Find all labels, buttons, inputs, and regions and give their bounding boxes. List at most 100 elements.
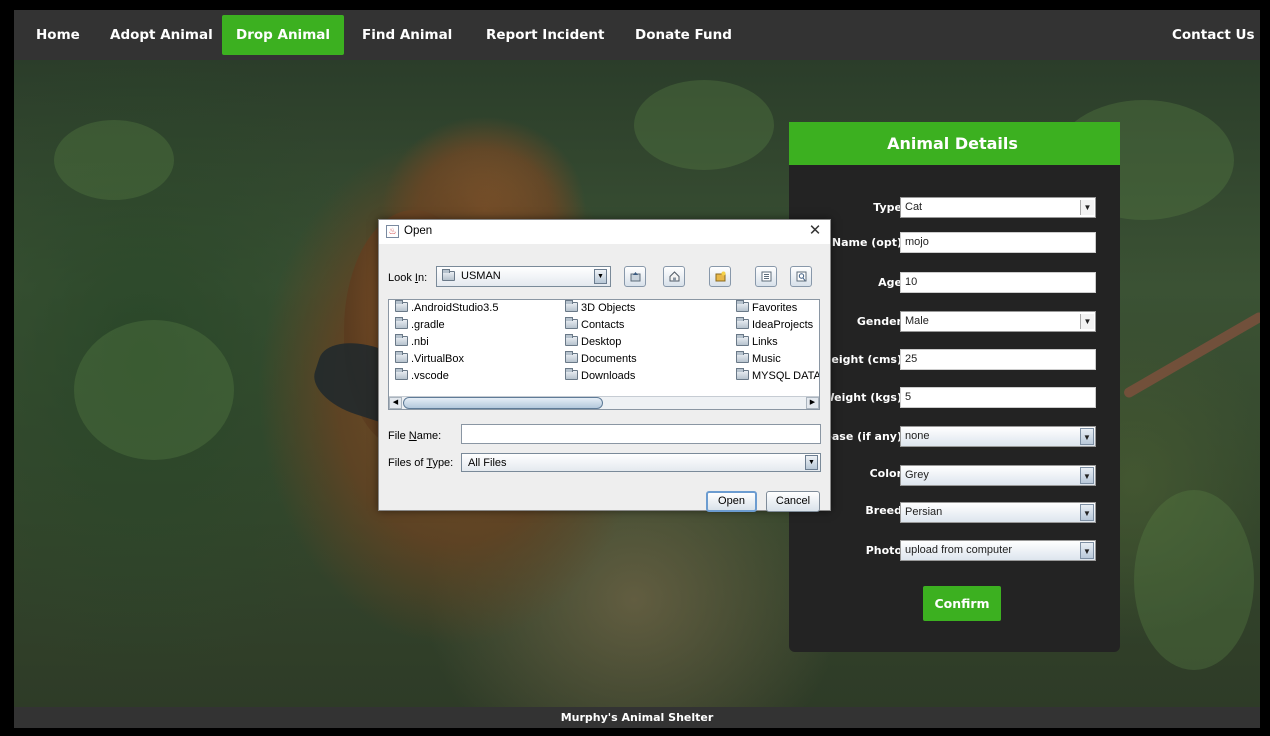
confirm-button[interactable]: Confirm <box>923 586 1001 621</box>
list-item[interactable]: Downloads <box>565 368 635 385</box>
list-item[interactable]: 3D Objects <box>565 300 635 317</box>
weight-input[interactable]: 5 <box>900 387 1096 408</box>
list-item[interactable]: .vscode <box>395 368 449 385</box>
chevron-down-icon: ▼ <box>1080 428 1094 445</box>
horizontal-scrollbar[interactable]: ◀ ▶ <box>389 396 819 409</box>
height-row: Height (cms) 25 <box>789 349 1120 371</box>
dialog-titlebar[interactable]: ♨ Open ✕ <box>379 220 830 244</box>
height-input[interactable]: 25 <box>900 349 1096 370</box>
name-input[interactable]: mojo <box>900 232 1096 253</box>
open-button[interactable]: Open <box>706 491 757 512</box>
list-item[interactable]: MYSQL DATA <box>736 368 819 385</box>
new-folder-button[interactable] <box>709 266 731 287</box>
screen-frame: Home Adopt Animal Drop Animal Find Anima… <box>0 0 1270 736</box>
list-item[interactable]: .nbi <box>395 334 429 351</box>
nav-home[interactable]: Home <box>22 15 94 55</box>
nav-report-incident[interactable]: Report Incident <box>472 15 618 55</box>
chevron-down-icon: ▼ <box>1080 200 1094 215</box>
type-select[interactable]: Cat ▼ <box>900 197 1096 218</box>
files-of-type-select[interactable]: All Files ▼ <box>461 453 821 472</box>
chevron-down-icon: ▼ <box>1080 542 1094 559</box>
folder-icon <box>395 368 408 380</box>
gender-select[interactable]: Male ▼ <box>900 311 1096 332</box>
tree-branch <box>1122 310 1260 400</box>
folder-icon <box>565 317 578 329</box>
folder-icon <box>565 351 578 363</box>
nav-drop-animal[interactable]: Drop Animal <box>222 15 344 55</box>
weight-row: Weight (kgs) 5 <box>789 387 1120 409</box>
list-item[interactable]: Music <box>736 351 781 368</box>
folder-icon <box>395 351 408 363</box>
disease-select[interactable]: none ▼ <box>900 426 1096 447</box>
footer: Murphy's Animal Shelter <box>14 707 1260 728</box>
list-item[interactable]: Desktop <box>565 334 621 351</box>
folder-icon <box>565 300 578 312</box>
folder-icon <box>736 351 749 363</box>
list-item[interactable]: Links <box>736 334 778 351</box>
folder-icon <box>736 368 749 380</box>
nav-find-animal[interactable]: Find Animal <box>348 15 466 55</box>
disease-value: none <box>905 430 930 442</box>
breed-row: Breed Persian ▼ <box>789 500 1120 523</box>
panel-title: Animal Details <box>789 122 1120 165</box>
foliage <box>74 320 234 460</box>
photo-select[interactable]: upload from computer ▼ <box>900 540 1096 561</box>
file-name-input[interactable] <box>461 424 821 444</box>
foliage <box>54 120 174 200</box>
list-item[interactable]: Favorites <box>736 300 797 317</box>
age-label: Age <box>878 276 902 289</box>
files-of-type-value: All Files <box>468 457 507 469</box>
list-item[interactable]: .AndroidStudio3.5 <box>395 300 498 317</box>
photo-row: Photo upload from computer ▼ <box>789 540 1120 562</box>
scroll-right-icon[interactable]: ▶ <box>806 397 819 409</box>
nav-contact-us[interactable]: Contact Us <box>1158 15 1260 55</box>
look-in-select[interactable]: USMAN ▼ <box>436 266 611 287</box>
name-label: Name (opt) <box>831 236 902 249</box>
nav-adopt-animal[interactable]: Adopt Animal <box>96 15 227 55</box>
scroll-left-icon[interactable]: ◀ <box>389 397 402 409</box>
folder-icon <box>736 300 749 312</box>
breed-value: Persian <box>905 506 943 518</box>
color-row: Color Grey ▼ <box>789 463 1120 486</box>
age-row: Age 10 <box>789 272 1120 294</box>
details-view-icon <box>796 271 807 282</box>
list-view-icon <box>761 271 772 282</box>
list-view-button[interactable] <box>755 266 777 287</box>
gender-label: Gender <box>856 315 902 328</box>
foliage <box>634 80 774 170</box>
color-select[interactable]: Grey ▼ <box>900 465 1096 486</box>
list-item[interactable]: Contacts <box>565 317 624 334</box>
list-item[interactable]: .VirtualBox <box>395 351 464 368</box>
details-view-button[interactable] <box>790 266 812 287</box>
up-folder-icon <box>630 272 641 282</box>
up-one-level-button[interactable] <box>624 266 646 287</box>
weight-label: Weight (kgs) <box>822 391 902 404</box>
list-item[interactable]: .gradle <box>395 317 445 334</box>
close-icon[interactable]: ✕ <box>806 222 824 240</box>
disease-row: Disease (if any) none ▼ <box>789 426 1120 448</box>
folder-icon <box>395 300 408 312</box>
list-item[interactable]: Documents <box>565 351 637 368</box>
file-list[interactable]: .AndroidStudio3.5 .gradle .nbi .VirtualB… <box>388 299 820 410</box>
breed-select[interactable]: Persian ▼ <box>900 502 1096 523</box>
type-label: Type <box>873 201 902 214</box>
file-name-label: File Name: <box>388 430 442 442</box>
navbar: Home Adopt Animal Drop Animal Find Anima… <box>14 10 1260 60</box>
dialog-title: Open <box>404 225 433 237</box>
gender-value: Male <box>905 315 929 327</box>
foliage <box>1134 490 1254 670</box>
scrollbar-thumb[interactable] <box>403 397 603 409</box>
animal-details-panel: Animal Details Type Cat ▼ Name (opt) moj… <box>789 122 1120 652</box>
photo-label: Photo <box>865 544 902 557</box>
cancel-button[interactable]: Cancel <box>766 491 820 512</box>
nav-donate-fund[interactable]: Donate Fund <box>621 15 746 55</box>
home-button[interactable] <box>663 266 685 287</box>
list-item[interactable]: IdeaProjects <box>736 317 813 334</box>
folder-icon <box>736 334 749 346</box>
type-value: Cat <box>905 201 923 213</box>
age-input[interactable]: 10 <box>900 272 1096 293</box>
folder-icon <box>565 334 578 346</box>
folder-icon <box>395 334 408 346</box>
breed-label: Breed <box>865 504 902 517</box>
chevron-down-icon: ▼ <box>594 269 607 284</box>
